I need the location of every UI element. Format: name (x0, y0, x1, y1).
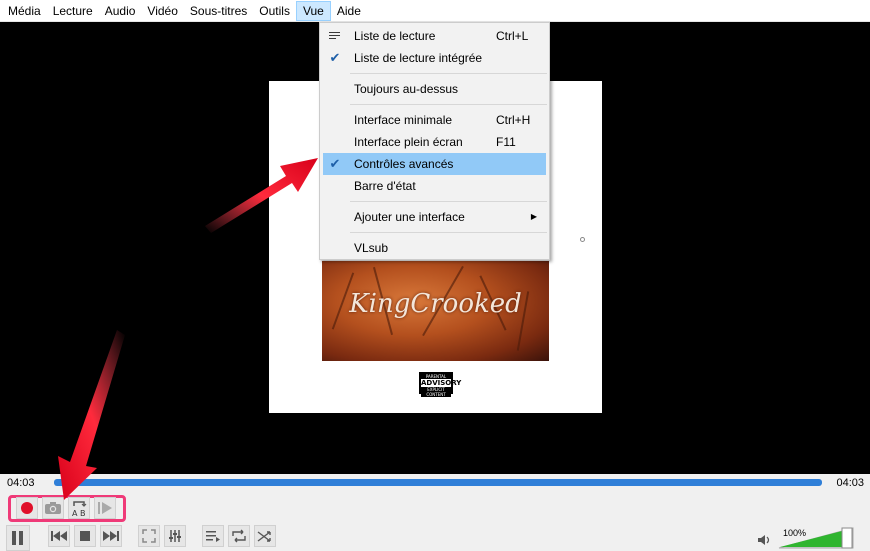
menu-option-plein-ecran[interactable]: Interface plein écran F11 (320, 131, 549, 153)
shortcut-label: Ctrl+H (496, 113, 531, 127)
volume-slider[interactable] (778, 527, 854, 549)
shortcut-label: Ctrl+L (496, 29, 529, 43)
fullscreen-icon (142, 529, 156, 543)
speaker-icon[interactable] (757, 534, 771, 546)
next-icon (103, 531, 119, 541)
next-button[interactable] (100, 525, 122, 547)
menu-media[interactable]: Média (2, 1, 47, 21)
previous-button[interactable] (48, 525, 70, 547)
menu-option-vlsub[interactable]: VLsub (320, 237, 549, 259)
menu-option-controles-avances[interactable]: ✔ Contrôles avancés (323, 153, 546, 175)
loop-icon (232, 529, 246, 543)
menu-separator (350, 232, 547, 233)
vue-dropdown-menu: Liste de lecture Ctrl+L ✔ Liste de lectu… (319, 22, 550, 260)
camera-icon (45, 502, 61, 514)
menu-option-liste-de-lecture[interactable]: Liste de lecture Ctrl+L (320, 25, 549, 47)
menu-option-barre-etat[interactable]: Barre d'état (320, 175, 549, 197)
elapsed-time: 04:03 (7, 477, 35, 489)
submenu-arrow-icon: ▶ (530, 212, 537, 221)
playlist-toggle-icon (206, 531, 220, 542)
menu-option-ajouter-interface[interactable]: Ajouter une interface ▶ (320, 206, 549, 228)
playlist-icon (329, 32, 340, 41)
menu-bar: Média Lecture Audio Vidéo Sous-titres Ou… (0, 0, 870, 22)
menu-video[interactable]: Vidéo (141, 1, 183, 21)
parental-advisory-logo: PARENTAL ADVISORY EXPLICIT CONTENT (419, 372, 462, 397)
playlist-button[interactable] (202, 525, 224, 547)
fullscreen-button[interactable] (138, 525, 160, 547)
menu-aide[interactable]: Aide (331, 1, 367, 21)
menu-sous-titres[interactable]: Sous-titres (184, 1, 253, 21)
shuffle-button[interactable] (254, 525, 276, 547)
frame-step-icon (98, 502, 112, 514)
menu-separator (350, 104, 547, 105)
shuffle-icon (257, 531, 271, 542)
menu-option-interface-minimale[interactable]: Interface minimale Ctrl+H (320, 109, 549, 131)
cursor-dot (580, 237, 585, 242)
stop-icon (80, 531, 90, 541)
menu-lecture[interactable]: Lecture (47, 1, 99, 21)
menu-option-liste-integree[interactable]: ✔ Liste de lecture intégrée (320, 47, 549, 69)
svg-text:A: A (72, 509, 78, 517)
pause-icon (12, 531, 23, 545)
menu-vue[interactable]: Vue (295, 0, 331, 21)
extended-settings-button[interactable] (164, 525, 186, 547)
album-cover: KingCrooked (322, 261, 549, 361)
checkmark-icon: ✔ (329, 50, 341, 65)
shortcut-label: F11 (496, 135, 516, 149)
menu-outils[interactable]: Outils (253, 1, 296, 21)
svg-text:B: B (80, 509, 86, 517)
controls-panel: AB 100% (0, 492, 870, 551)
menu-separator (350, 201, 547, 202)
seek-slider[interactable] (54, 479, 822, 486)
total-time: 04:03 (836, 477, 864, 489)
menu-option-toujours-au-dessus[interactable]: Toujours au-dessus (320, 78, 549, 100)
menu-audio[interactable]: Audio (99, 1, 142, 21)
previous-icon (51, 531, 67, 541)
record-button[interactable] (16, 497, 38, 519)
menu-separator (350, 73, 547, 74)
record-icon (21, 502, 33, 514)
frame-step-button[interactable] (94, 497, 116, 519)
seek-bar-area: 04:03 04:03 (0, 474, 870, 492)
snapshot-button[interactable] (42, 497, 64, 519)
ab-loop-button[interactable]: AB (68, 497, 90, 519)
album-title-logo: KingCrooked (349, 289, 522, 319)
loop-button[interactable] (228, 525, 250, 547)
seek-progress (54, 479, 822, 486)
equalizer-icon (169, 530, 181, 542)
ab-loop-icon: AB (72, 501, 87, 517)
checkmark-icon: ✔ (329, 156, 341, 171)
pause-button[interactable] (6, 525, 30, 551)
stop-button[interactable] (74, 525, 96, 547)
